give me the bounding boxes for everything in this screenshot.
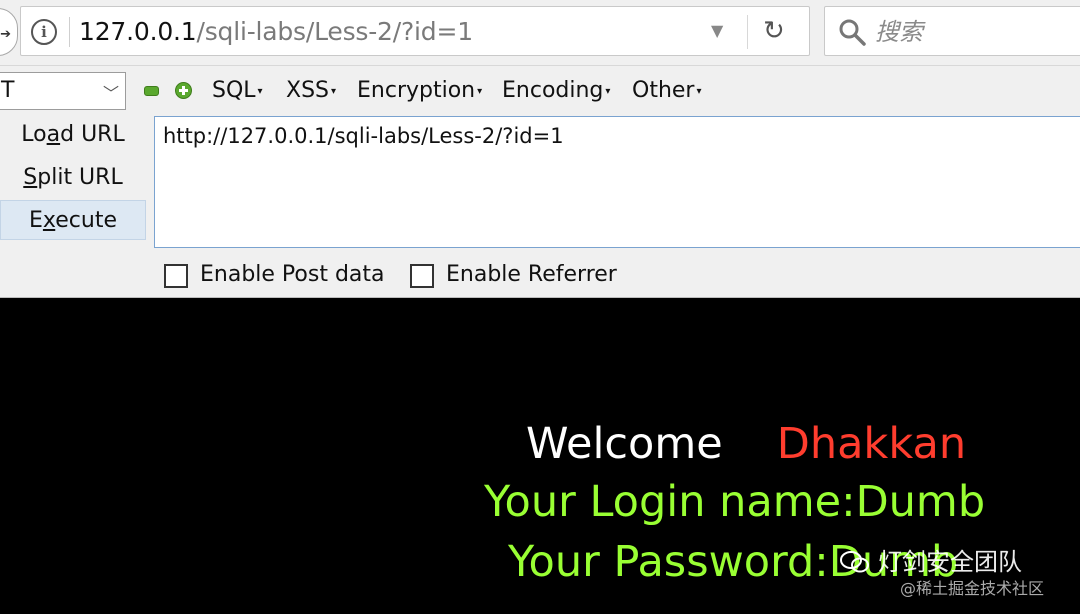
zoom-in-icon[interactable] xyxy=(175,82,192,99)
caret-down-icon: ▾ xyxy=(605,86,611,97)
chevron-down-icon: ﹀ xyxy=(102,84,119,103)
caret-down-icon: ▾ xyxy=(331,86,337,97)
menu-encryption[interactable]: Encryption ▾ xyxy=(357,77,482,106)
page-content: Welcome Dhakkan Your Login name:Dumb Your… xyxy=(0,299,1080,614)
hackbar-url-textarea[interactable]: http://127.0.0.1/sqli-labs/Less-2/?id=1 xyxy=(154,116,1080,248)
search-placeholder: 搜索 xyxy=(875,18,923,46)
divider xyxy=(747,15,748,49)
url-path: /sqli-labs/Less-2/?id=1 xyxy=(196,17,473,46)
enable-post-label: Enable Post data xyxy=(200,262,385,287)
watermark: 灯剑安全团队 xyxy=(840,547,1022,577)
enable-post-checkbox[interactable] xyxy=(164,264,188,288)
caret-down-icon: ▾ xyxy=(257,86,263,97)
address-url[interactable]: 127.0.0.1/sqli-labs/Less-2/?id=1 xyxy=(79,16,473,48)
watermark-community: @稀土掘金技术社区 xyxy=(900,579,1045,598)
menu-other[interactable]: Other ▾ xyxy=(632,77,702,106)
url-host: 127.0.0.1 xyxy=(79,17,197,46)
welcome-line: Welcome Dhakkan xyxy=(526,419,966,469)
back-button[interactable]: ➔ xyxy=(0,8,18,56)
menu-xss[interactable]: XSS ▾ xyxy=(286,77,336,106)
search-icon xyxy=(839,19,866,46)
menu-sql[interactable]: SQL ▾ xyxy=(212,77,263,106)
menu-encoding[interactable]: Encoding ▾ xyxy=(502,77,610,106)
address-bar[interactable]: i 127.0.0.1/sqli-labs/Less-2/?id=1 ▼ ↻ xyxy=(20,6,810,56)
enable-referrer-checkbox[interactable] xyxy=(410,264,434,288)
method-select[interactable]: T ﹀ xyxy=(0,72,126,110)
execute-button[interactable]: Execute xyxy=(0,200,146,240)
caret-down-icon: ▾ xyxy=(477,86,483,97)
split-url-button[interactable]: Split URL xyxy=(0,158,146,198)
login-name-line: Your Login name:Dumb xyxy=(484,477,986,527)
divider xyxy=(69,17,70,47)
hackbar-url-value: http://127.0.0.1/sqli-labs/Less-2/?id=1 xyxy=(163,124,564,148)
search-box[interactable]: 搜索 xyxy=(824,6,1080,56)
method-value: T xyxy=(1,78,15,103)
back-arrow-icon: ➔ xyxy=(0,27,11,42)
caret-down-icon: ▾ xyxy=(696,86,702,97)
hackbar-panel: T ﹀ SQL ▾ XSS ▾ Encryption ▾ Encoding ▾ Othe… xyxy=(0,66,1080,298)
wechat-icon xyxy=(840,551,869,573)
zoom-out-icon[interactable] xyxy=(144,86,159,96)
history-dropdown-icon[interactable]: ▼ xyxy=(711,21,723,40)
site-info-icon[interactable]: i xyxy=(31,19,57,45)
user-name: Dhakkan xyxy=(776,419,967,469)
watermark-team: 灯剑安全团队 xyxy=(878,548,1022,576)
enable-referrer-label: Enable Referrer xyxy=(446,262,617,287)
reload-icon[interactable]: ↻ xyxy=(763,15,785,47)
browser-toolbar: ➔ i 127.0.0.1/sqli-labs/Less-2/?id=1 ▼ ↻… xyxy=(0,0,1080,66)
welcome-text: Welcome xyxy=(526,419,723,469)
load-url-button[interactable]: Load URL xyxy=(0,115,146,155)
